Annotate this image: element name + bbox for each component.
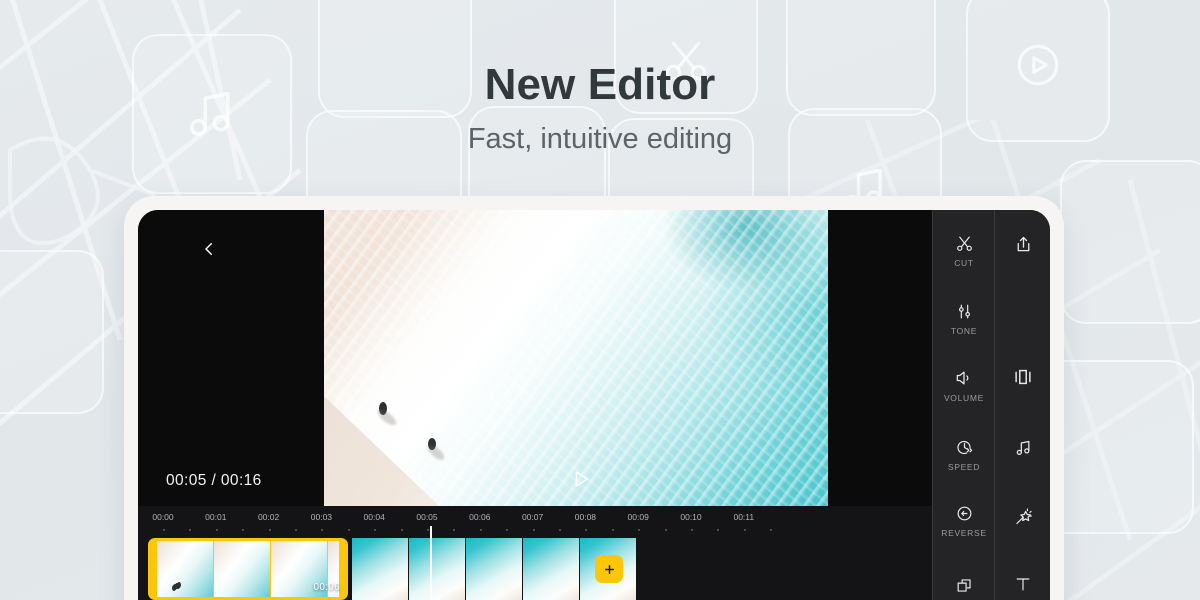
ruler-subtick [770, 529, 773, 531]
foam-texture [324, 210, 828, 506]
tool-cut[interactable]: CUT [933, 234, 995, 268]
transition-filmstrip-icon [1012, 366, 1034, 388]
ruler-tick-label: 00:07 [521, 512, 544, 522]
plus-icon [604, 564, 614, 574]
ruler-subtick [268, 529, 271, 531]
frame-thumb [157, 541, 213, 597]
ruler-subtick [743, 529, 746, 531]
music-note-icon [1013, 438, 1033, 458]
ruler-subtick [427, 529, 429, 531]
timecode-display: 00:05 / 00:16 [166, 472, 262, 489]
tool-tone-label: TONE [950, 326, 978, 336]
ruler-subtick [321, 529, 324, 531]
ruler-tick-label: 00:04 [363, 512, 385, 522]
tool-reverse-label: REVERSE [941, 528, 987, 538]
frame-thumb [523, 538, 579, 600]
playhead[interactable] [430, 526, 432, 600]
tool-music[interactable] [995, 438, 1050, 458]
timeline-ruler[interactable]: 00:00 00:01 00:02 00:03 00:04 00:05 00:06 00:07… [138, 506, 932, 538]
ruler-subtick [479, 529, 482, 531]
tool-magic[interactable] [995, 506, 1050, 527]
timeline-track[interactable]: 00:06 [138, 538, 932, 600]
editor-side-toolbar [994, 210, 1050, 600]
play-button[interactable] [570, 468, 592, 495]
ruler-subtick [374, 529, 377, 531]
device-frame: 00:05 / 00:16 CUT TONE VOLUME SPEED REVE… [124, 196, 1064, 600]
promo-headline: New Editor Fast, intuitive editing [0, 60, 1200, 156]
page-title: New Editor [484, 60, 716, 109]
tool-duplicate[interactable] [933, 576, 995, 595]
tool-text[interactable] [995, 574, 1050, 594]
play-icon [575, 471, 589, 487]
tool-tone[interactable]: TONE [933, 302, 995, 336]
ruler-subtick [532, 529, 535, 531]
ruler-subtick [585, 529, 588, 531]
ruler-subtick [611, 529, 614, 531]
tool-share[interactable] [995, 234, 1050, 255]
frame-thumb [409, 538, 465, 600]
tool-reverse[interactable]: REVERSE [933, 504, 995, 538]
tool-speed-label: SPEED [947, 462, 981, 472]
add-clip-button[interactable] [595, 555, 623, 583]
ruler-tick-label: 00:09 [627, 512, 649, 522]
back-button[interactable] [192, 232, 226, 266]
tool-cut-label: CUT [954, 258, 974, 268]
ruler-subtick [638, 529, 641, 531]
frame-thumb [173, 541, 270, 597]
chevron-left-icon [205, 243, 212, 255]
ruler-subtick [717, 529, 720, 531]
frame-thumb [352, 538, 408, 600]
ruler-subtick [506, 529, 509, 531]
app-screen: 00:05 / 00:16 CUT TONE VOLUME SPEED REVE… [138, 210, 1050, 600]
ruler-tick-label: 00:03 [310, 512, 333, 522]
ruler-tick-label: 00:06 [469, 512, 491, 522]
ruler-subtick [664, 529, 667, 531]
tool-volume-label: VOLUME [943, 393, 985, 403]
ruler-subtick [347, 529, 350, 531]
ruler-tick-label: 00:11 [733, 512, 755, 522]
ruler-subtick [691, 529, 693, 531]
text-icon [1013, 574, 1033, 594]
reverse-icon [955, 504, 974, 523]
share-icon [1013, 234, 1034, 255]
bg-tile-right-edge [1060, 160, 1200, 324]
clip-frames [157, 541, 339, 597]
ruler-tick-label: 00:02 [257, 512, 280, 522]
tool-transition[interactable] [995, 366, 1050, 388]
ruler-subtick [242, 529, 245, 531]
frame-thumb [466, 538, 522, 600]
ruler-subtick [295, 529, 297, 531]
promo-screenshot: New Editor Fast, intuitive editing 00:05… [0, 0, 1200, 600]
ruler-tick-label: 00:01 [205, 512, 227, 522]
ruler-subtick [559, 529, 561, 531]
page-subtitle: Fast, intuitive editing [467, 122, 733, 155]
tool-speed[interactable]: SPEED [933, 438, 995, 472]
speed-clock-icon [955, 438, 974, 457]
ruler-subtick [189, 529, 192, 531]
scissors-icon [955, 234, 974, 253]
preview-area: 00:05 / 00:16 [138, 210, 932, 506]
bg-tile-left-edge [0, 250, 104, 414]
tool-volume[interactable]: VOLUME [933, 368, 995, 403]
ruler-subtick [453, 529, 456, 531]
editor-toolbar: CUT TONE VOLUME SPEED REVERSE [932, 210, 995, 600]
ruler-tick-label: 00:08 [574, 512, 597, 522]
volume-icon [954, 368, 974, 388]
video-preview[interactable] [324, 210, 828, 506]
ruler-subtick [163, 529, 165, 531]
ruler-tick-label: 00:10 [680, 512, 702, 522]
magic-wand-icon [1013, 506, 1034, 527]
timeline[interactable]: 00:00 00:01 00:02 00:03 00:04 00:05 00:06 00:07… [138, 506, 932, 600]
ruler-subtick [215, 529, 218, 531]
clip-duration-label: 00:06 [313, 582, 340, 593]
clip-selected[interactable]: 00:06 [148, 538, 348, 600]
ruler-tick-label: 00:00 [152, 512, 174, 522]
tone-sliders-icon [955, 302, 974, 321]
ruler-subtick [400, 529, 403, 531]
ruler-tick-label: 00:05 [416, 512, 438, 522]
duplicate-icon [955, 576, 974, 595]
